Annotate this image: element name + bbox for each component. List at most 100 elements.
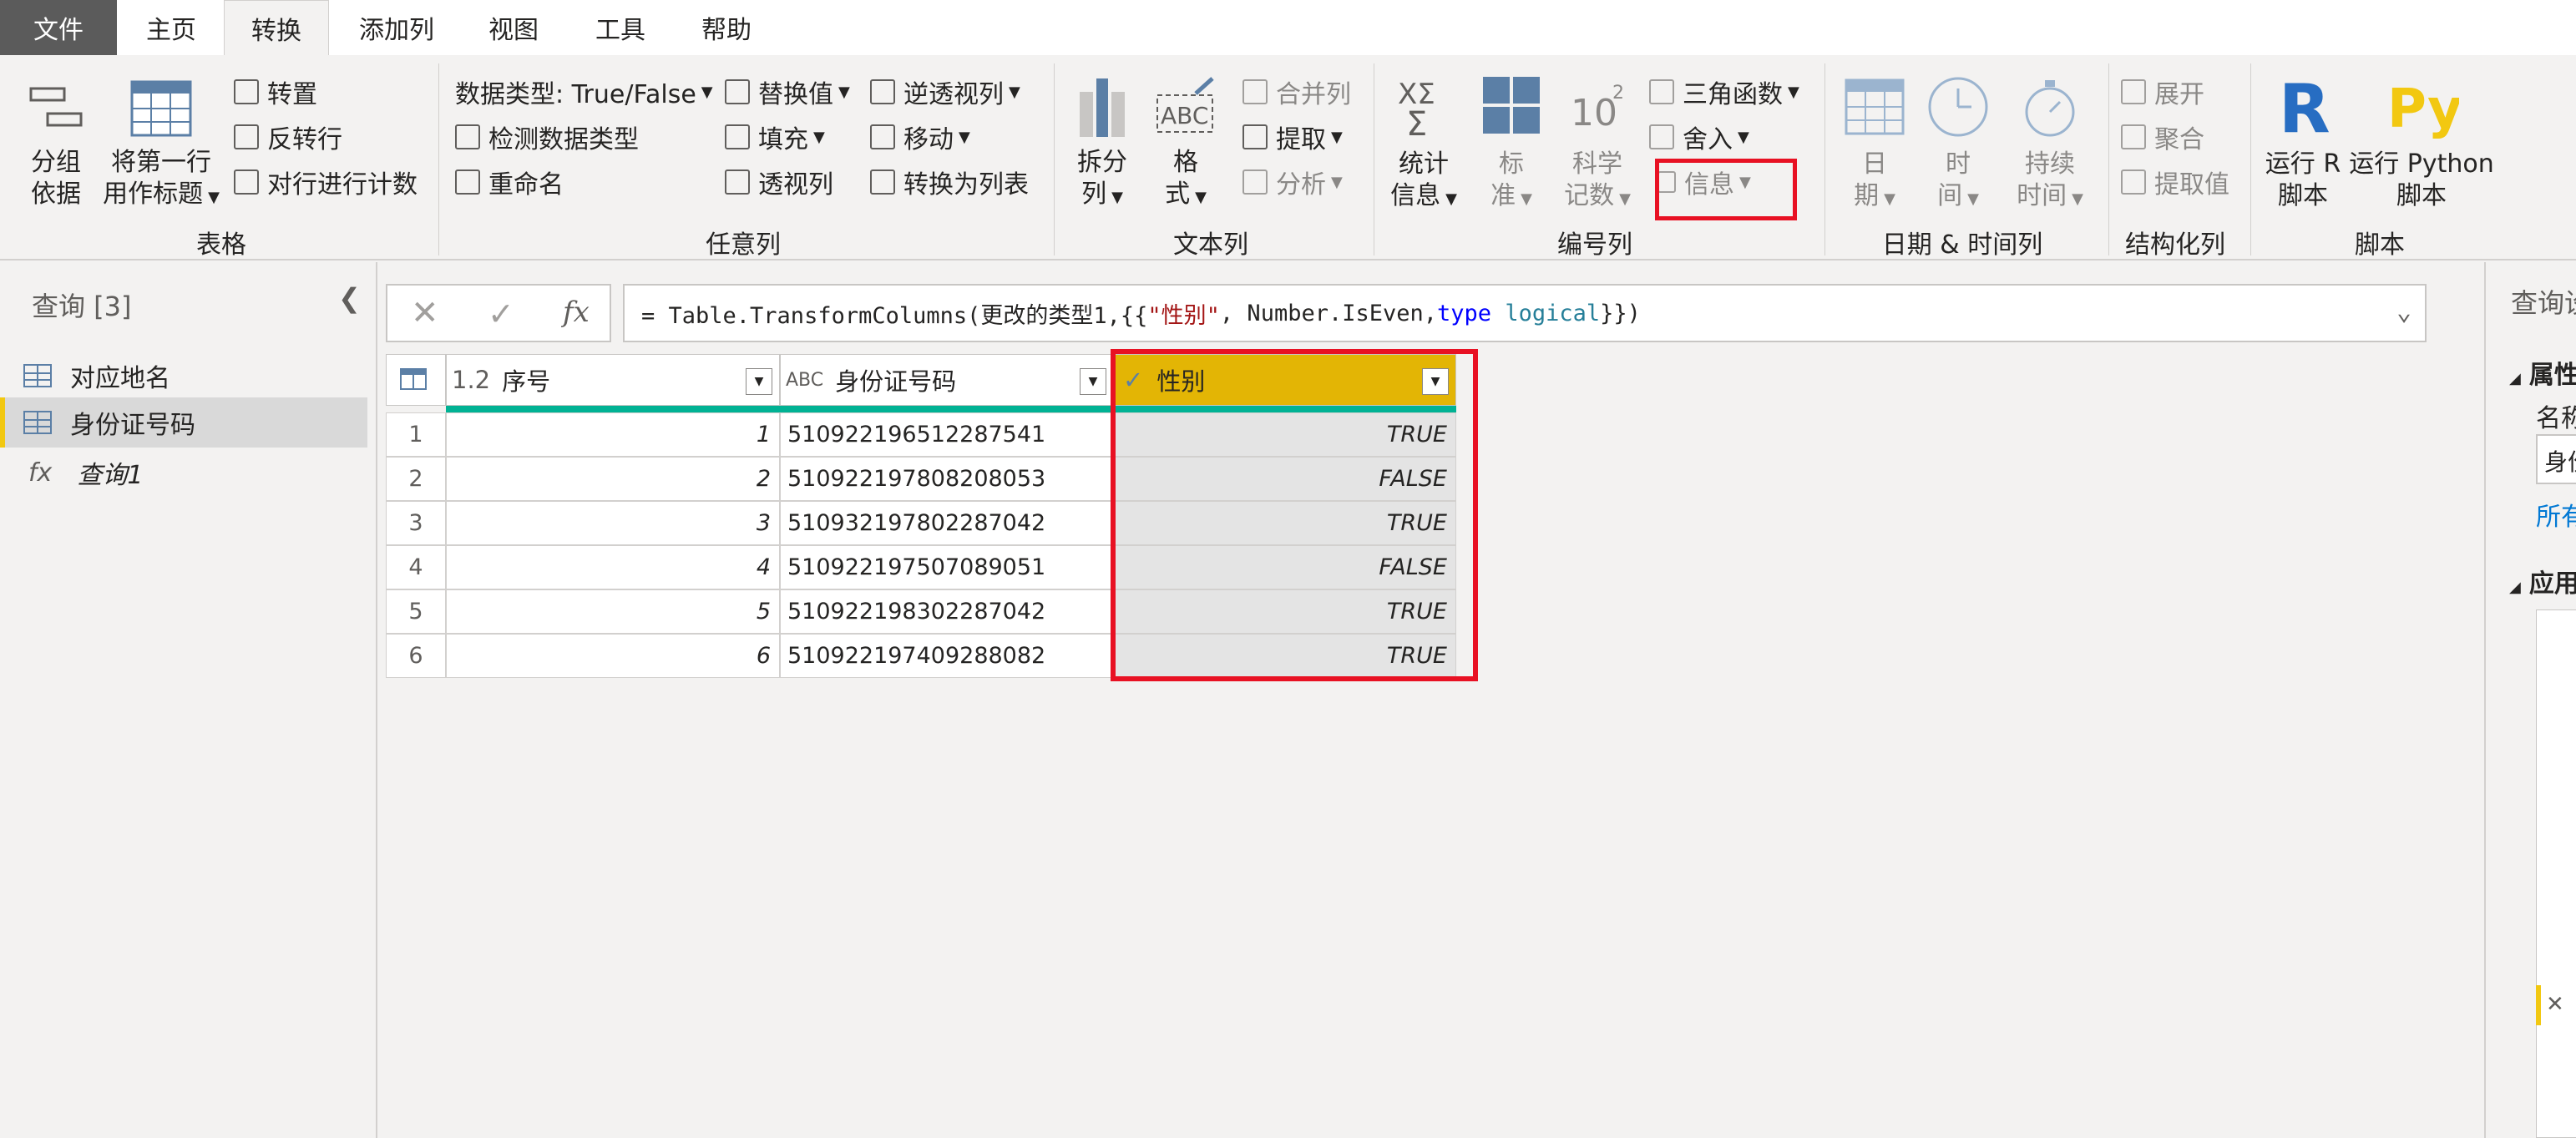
cell-id[interactable]: 1 bbox=[446, 412, 780, 457]
row-number[interactable]: 3 bbox=[386, 501, 446, 545]
date-label-2: 期 bbox=[1854, 181, 1880, 210]
fill-button[interactable]: 填充 ▼ bbox=[725, 119, 825, 155]
expand-button[interactable]: 展开 bbox=[2121, 73, 2204, 110]
tab-view[interactable]: 视图 bbox=[468, 0, 559, 55]
detect-data-type-button[interactable]: 检测数据类型 bbox=[455, 119, 639, 155]
expand-formula-chevron-icon[interactable]: ⌄ bbox=[2396, 297, 2412, 326]
parse-button[interactable]: 分析 ▼ bbox=[1242, 164, 1343, 200]
properties-heading[interactable]: ◢ 属性 bbox=[2509, 354, 2576, 391]
column-header-id[interactable]: 1.2 序号 ▼ bbox=[446, 354, 780, 406]
move-button[interactable]: 移动 ▼ bbox=[870, 119, 970, 155]
row-number[interactable]: 6 bbox=[386, 634, 446, 678]
cell-id[interactable]: 5 bbox=[446, 589, 780, 634]
formula-bar-input[interactable]: = Table.TransformColumns(更改的类型1,{{"性别", … bbox=[623, 284, 2427, 342]
query-item[interactable]: 对应地名 bbox=[0, 351, 367, 401]
ribbon-separator bbox=[2108, 63, 2109, 255]
split-column-button[interactable]: 拆分 列 ▼ bbox=[1069, 75, 1136, 214]
duration-label-1: 持续 bbox=[2025, 149, 2075, 179]
query-item-selected[interactable]: 身份证号码 bbox=[0, 397, 367, 448]
cell-id[interactable]: 6 bbox=[446, 634, 780, 678]
cell-id[interactable]: 3 bbox=[446, 501, 780, 545]
time-button[interactable]: 时 间 ▼ bbox=[1921, 73, 1996, 215]
run-r-script-button[interactable]: R 运行 R 脚本 bbox=[2260, 70, 2346, 212]
row-number[interactable]: 4 bbox=[386, 545, 446, 589]
extract-values-button[interactable]: 提取值 bbox=[2121, 164, 2229, 200]
duration-button[interactable]: 持续 时间 ▼ bbox=[2004, 73, 2096, 215]
confirm-formula-icon[interactable]: ✓ bbox=[488, 296, 514, 332]
scientific-button[interactable]: 10 2 科学 记数 ▼ bbox=[1560, 73, 1635, 215]
cancel-formula-icon[interactable]: ✕ bbox=[411, 294, 439, 332]
query-name-input[interactable]: 身份 bbox=[2536, 434, 2576, 484]
rounding-icon bbox=[1649, 124, 1674, 149]
column-header-id-card[interactable]: ABC 身份证号码 ▼ bbox=[780, 354, 1114, 406]
cell-id-card[interactable]: 510922196512287541 bbox=[780, 412, 1114, 457]
all-properties-link[interactable]: 所有 bbox=[2536, 496, 2576, 533]
aggregate-button[interactable]: 聚合 bbox=[2121, 119, 2204, 155]
queries-pane: 查询 [3] ❮ 对应地名 身份证号码 fx 查询1 bbox=[0, 262, 377, 1138]
statistics-label-1: 统计 bbox=[1399, 149, 1449, 179]
applied-steps-heading[interactable]: ◢ 应用 bbox=[2509, 563, 2576, 599]
tab-add-column[interactable]: 添加列 bbox=[338, 0, 455, 55]
cell-id-card[interactable]: 510922197507089051 bbox=[780, 545, 1114, 589]
group-by-button[interactable]: 分组 依据 bbox=[18, 80, 94, 210]
run-python-script-button[interactable]: Py 运行 Python 脚本 bbox=[2348, 70, 2495, 212]
row-number[interactable]: 2 bbox=[386, 457, 446, 501]
extract-button[interactable]: 提取 ▼ bbox=[1242, 119, 1343, 155]
use-first-row-header-button[interactable]: 将第一行 用作标题 ▼ bbox=[99, 80, 224, 214]
to-list-label: 转换为列表 bbox=[903, 170, 1029, 200]
first-row-header-label-2: 用作标题 bbox=[103, 180, 204, 209]
fx-icon[interactable]: fx bbox=[563, 296, 590, 329]
collapse-pane-chevron-icon[interactable]: ❮ bbox=[338, 282, 361, 314]
fill-down-icon bbox=[725, 124, 750, 149]
tab-file[interactable]: 文件 bbox=[0, 0, 117, 55]
format-button[interactable]: ABC 格 式 ▼ bbox=[1152, 75, 1219, 214]
r-logo-icon: R bbox=[2279, 70, 2331, 148]
table-menu-button[interactable] bbox=[386, 354, 446, 406]
tab-help[interactable]: 帮助 bbox=[681, 0, 772, 55]
row-number[interactable]: 5 bbox=[386, 589, 446, 634]
count-rows-button[interactable]: 对行进行计数 bbox=[234, 164, 418, 200]
time-label-2-wrap: 间 ▼ bbox=[1921, 180, 1996, 215]
convert-to-list-button[interactable]: 转换为列表 bbox=[870, 164, 1029, 200]
delete-step-icon[interactable]: ✕ bbox=[2536, 985, 2576, 1025]
aggregate-label: 聚合 bbox=[2154, 125, 2204, 154]
column-header-label: 序号 bbox=[502, 367, 551, 396]
tab-tools[interactable]: 工具 bbox=[574, 0, 666, 55]
cell-id-card[interactable]: 510922197409288082 bbox=[780, 634, 1114, 678]
statistics-button[interactable]: XΣ Σ 统计 信息 ▼ bbox=[1386, 73, 1461, 215]
chevron-down-icon: ▼ bbox=[1331, 173, 1343, 191]
fill-label: 填充 bbox=[758, 125, 808, 154]
reverse-rows-button[interactable]: 反转行 bbox=[234, 119, 342, 155]
svg-text:2: 2 bbox=[1612, 83, 1624, 104]
column-filter-dropdown-icon[interactable]: ▼ bbox=[746, 368, 772, 395]
column-filter-dropdown-icon[interactable]: ▼ bbox=[1080, 368, 1106, 395]
cell-id[interactable]: 4 bbox=[446, 545, 780, 589]
date-button[interactable]: 日 期 ▼ bbox=[1837, 73, 1912, 215]
replace-values-button[interactable]: 替换值 ▼ bbox=[725, 73, 850, 110]
query-item[interactable]: fx 查询1 bbox=[0, 448, 367, 498]
cell-id[interactable]: 2 bbox=[446, 457, 780, 501]
tab-transform[interactable]: 转换 bbox=[224, 0, 329, 56]
standard-button[interactable]: 标 准 ▼ bbox=[1478, 73, 1545, 215]
row-number[interactable]: 1 bbox=[386, 412, 446, 457]
count-rows-icon bbox=[234, 169, 259, 195]
unpivot-button[interactable]: 逆透视列 ▼ bbox=[870, 73, 1020, 110]
stopwatch-icon bbox=[2025, 80, 2075, 137]
standard-label-1: 标 bbox=[1499, 149, 1524, 179]
trigonometry-button[interactable]: 三角函数 ▼ bbox=[1649, 73, 1799, 110]
formula-text: , Number.IsEven, bbox=[1219, 300, 1438, 326]
svg-text:R: R bbox=[2279, 70, 2331, 140]
data-type-dropdown[interactable]: 数据类型: True/False ▼ bbox=[455, 73, 713, 110]
cell-id-card[interactable]: 510932197802287042 bbox=[780, 501, 1114, 545]
split-label-2: 列 bbox=[1081, 180, 1107, 209]
rounding-button[interactable]: 舍入 ▼ bbox=[1649, 119, 1749, 155]
rename-button[interactable]: 重命名 bbox=[455, 164, 564, 200]
pivot-column-button[interactable]: 透视列 bbox=[725, 164, 833, 200]
transpose-button[interactable]: 转置 bbox=[234, 73, 317, 110]
cell-id-card[interactable]: 510922197808208053 bbox=[780, 457, 1114, 501]
query-settings-title: 查询设 bbox=[2511, 287, 2576, 319]
ribbon-separator bbox=[2250, 63, 2251, 255]
merge-columns-button[interactable]: 合并列 bbox=[1242, 73, 1351, 110]
tab-home[interactable]: 主页 bbox=[121, 0, 221, 55]
cell-id-card[interactable]: 510922198302287042 bbox=[780, 589, 1114, 634]
